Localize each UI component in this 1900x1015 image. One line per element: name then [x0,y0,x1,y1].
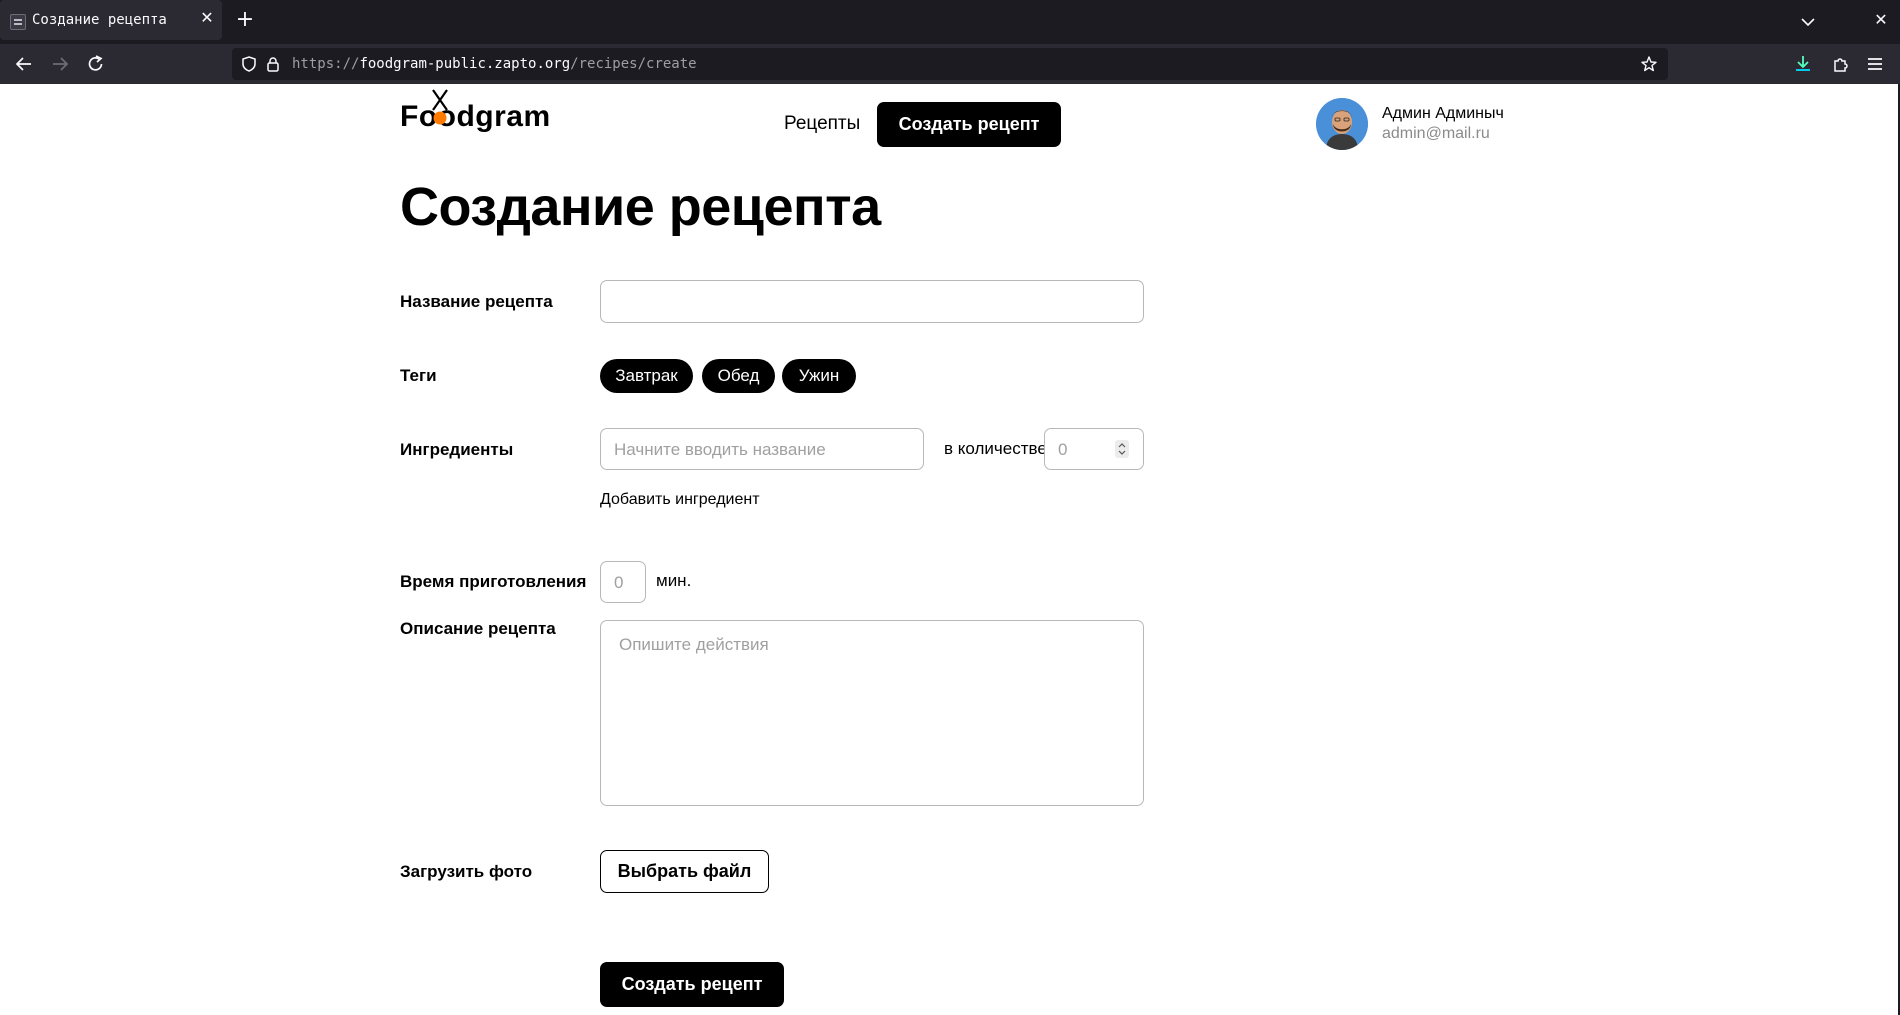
nav-recipes-link[interactable]: Рецепты [784,113,860,135]
quantity-input[interactable]: 0 [1044,428,1144,470]
tracking-shield-icon[interactable] [240,55,258,78]
user-name: Админ Админыч [1382,105,1504,122]
cooking-time-unit: мин. [656,571,692,590]
site-favicon-icon [10,14,26,30]
bookmark-star-icon[interactable] [1640,55,1658,78]
quantity-stepper-icon[interactable] [1115,440,1129,458]
page-content: Foodgram Рецепты Создать рецепт Админ Ад… [0,84,1898,1015]
browser-tab[interactable]: Создание рецепта ✕ [0,0,222,40]
browser-nav-bar: https://foodgram-public.zapto.org/recipe… [0,44,1900,84]
submit-recipe-button[interactable]: Создать рецепт [600,962,784,1007]
close-tab-icon[interactable]: ✕ [198,10,216,28]
window-close-icon[interactable]: ✕ [1872,12,1890,30]
forward-icon[interactable] [48,53,72,75]
tag-lunch[interactable]: Обед [702,359,775,393]
url-path: /recipes/create [570,56,697,72]
description-textarea[interactable]: Опишите действия [600,620,1144,806]
cooking-time-label: Время приготовления [400,572,587,591]
extensions-icon[interactable] [1830,53,1852,75]
foodgram-logo[interactable]: Foodgram [400,89,555,140]
logo-text: Foodgram [400,100,551,133]
add-ingredient-link[interactable]: Добавить ингредиент [600,491,760,509]
reload-icon[interactable] [84,53,108,75]
description-label: Описание рецепта [400,619,556,638]
fork-knife-logo-icon [432,89,448,125]
address-bar[interactable]: https://foodgram-public.zapto.org/recipe… [232,48,1668,80]
new-tab-icon[interactable]: + [234,9,256,31]
user-email: admin@mail.ru [1382,125,1490,142]
downloads-icon[interactable] [1792,53,1814,75]
ingredient-search-input[interactable]: Начните вводить название [600,428,924,470]
create-recipe-nav-button[interactable]: Создать рецепт [877,102,1061,147]
ingredient-placeholder: Начните вводить название [614,440,826,459]
lock-icon[interactable] [264,55,282,78]
avatar[interactable] [1316,98,1368,150]
url-host: foodgram-public.zapto.org [359,56,571,72]
tag-breakfast[interactable]: Завтрак [600,359,693,393]
choose-file-button[interactable]: Выбрать файл [600,850,769,893]
photo-upload-label: Загрузить фото [400,862,533,881]
quantity-placeholder: 0 [1058,440,1068,459]
description-placeholder: Опишите действия [619,635,769,654]
url-scheme: https:// [292,56,360,72]
tags-label: Теги [400,366,437,385]
ingredients-label: Ингредиенты [400,440,514,459]
browser-tab-bar: Создание рецепта ✕ + ✕ [0,0,1900,44]
app-menu-icon[interactable] [1864,53,1886,75]
cooking-time-placeholder: 0 [614,573,624,592]
list-all-tabs-icon[interactable] [1798,12,1818,32]
url-text: https://foodgram-public.zapto.org/recipe… [292,56,697,72]
recipe-name-label: Название рецепта [400,292,553,311]
recipe-name-input[interactable] [600,280,1144,323]
quantity-label: в количестве [944,439,1047,458]
page-title: Создание рецепта [400,177,881,237]
cooking-time-input[interactable]: 0 [600,561,646,603]
back-icon[interactable] [12,53,36,75]
tab-title: Создание рецепта [32,12,167,28]
tag-dinner[interactable]: Ужин [782,359,856,393]
